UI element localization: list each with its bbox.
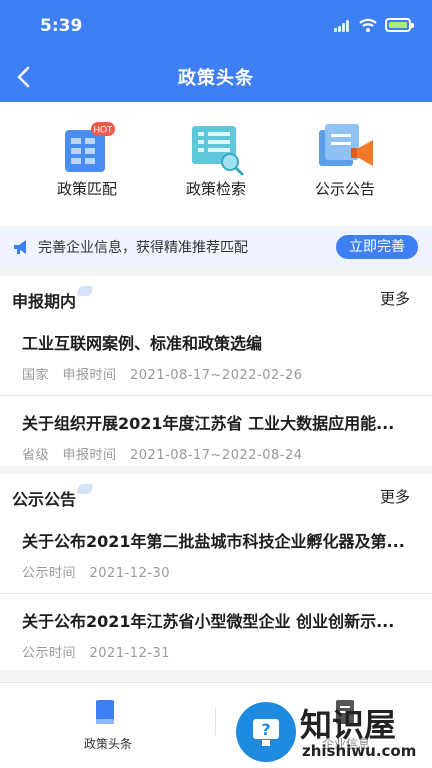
item-title: 工业互联网案例、标准和政策选编 (22, 334, 263, 353)
quick-label-public-notice: 公示公告 (314, 180, 375, 198)
section-header: 公示公告 更多 (0, 474, 432, 514)
section-header: 申报期内 更多 (0, 276, 432, 316)
hot-badge: HOT (94, 125, 114, 135)
public-notice-button[interactable]: 公示公告 (290, 114, 400, 224)
quick-label-policy-match: 政策匹配 (56, 180, 117, 198)
item-title: 关于公布2021年江苏省小型微型企业 创业创新示... (22, 612, 395, 631)
section-public-notice: 公示公告 更多 关于公布2021年第二批盐城市科技企业孵化器及第... 公示时间… (0, 474, 432, 670)
watermark-brand: 知识屋 (300, 706, 397, 744)
megaphone-icon (14, 240, 26, 254)
more-link[interactable]: 更多 (380, 288, 410, 309)
item-title: 关于组织开展2021年度江苏省 工业大数据应用能... (22, 414, 395, 433)
list-item[interactable]: 关于公布2021年第二批盐城市科技企业孵化器及第... 公示时间 2021-12… (0, 514, 432, 594)
top-bar: 5:39 政策头条 (0, 0, 432, 102)
list-item[interactable]: 关于组织开展2021年度江苏省 工业大数据应用能... 省级 申报时间 2021… (0, 396, 432, 476)
book-icon (96, 700, 114, 724)
status-time: 5:39 (40, 16, 83, 36)
item-meta: 公示时间 2021-12-30 (22, 566, 171, 581)
quick-label-policy-search: 政策检索 (185, 180, 246, 198)
section-in-application-period: 申报期内 更多 工业互联网案例、标准和政策选编 国家 申报时间 2021-08-… (0, 276, 432, 466)
complete-now-button[interactable]: 立即完善 (336, 235, 418, 259)
policy-search-icon (192, 126, 244, 176)
cellular-signal-icon (334, 20, 350, 32)
page-title: 政策头条 (178, 68, 254, 89)
wifi-icon (359, 18, 377, 32)
section-title: 申报期内 (12, 292, 77, 311)
item-meta: 国家 申报时间 2021-08-17~2022-02-26 (22, 368, 303, 383)
more-link[interactable]: 更多 (380, 486, 410, 507)
policy-search-button[interactable]: 政策检索 (161, 114, 271, 224)
title-decoration (76, 484, 94, 494)
list-item[interactable]: 工业互联网案例、标准和政策选编 国家 申报时间 2021-08-17~2022-… (0, 316, 432, 396)
watermark-url: zhishiwu.com (302, 742, 417, 760)
battery-icon (385, 18, 414, 32)
tab-label: 政策头条 (83, 737, 132, 751)
item-meta: 公示时间 2021-12-31 (22, 646, 171, 661)
banner-text: 完善企业信息，获得精准推荐匹配 (38, 240, 248, 256)
complete-info-banner: 完善企业信息，获得精准推荐匹配 立即完善 (0, 228, 432, 266)
list-item[interactable]: 关于公布2021年江苏省小型微型企业 创业创新示... 公示时间 2021-12… (0, 594, 432, 674)
title-decoration (76, 286, 94, 296)
public-notice-icon (319, 124, 373, 166)
item-title: 关于公布2021年第二批盐城市科技企业孵化器及第... (22, 532, 405, 551)
svg-text:?: ? (261, 720, 270, 739)
quick-actions: HOT 政策匹配 政策检索 公示公告 (0, 102, 432, 226)
tab-policy-headlines[interactable]: 政策头条 (0, 683, 216, 768)
policy-match-icon: HOT (65, 122, 115, 172)
watermark-logo-icon: ? (236, 702, 296, 762)
item-meta: 省级 申报时间 2021-08-17~2022-08-24 (22, 448, 303, 463)
section-title: 公示公告 (12, 490, 77, 509)
policy-match-button[interactable]: HOT 政策匹配 (32, 114, 142, 224)
